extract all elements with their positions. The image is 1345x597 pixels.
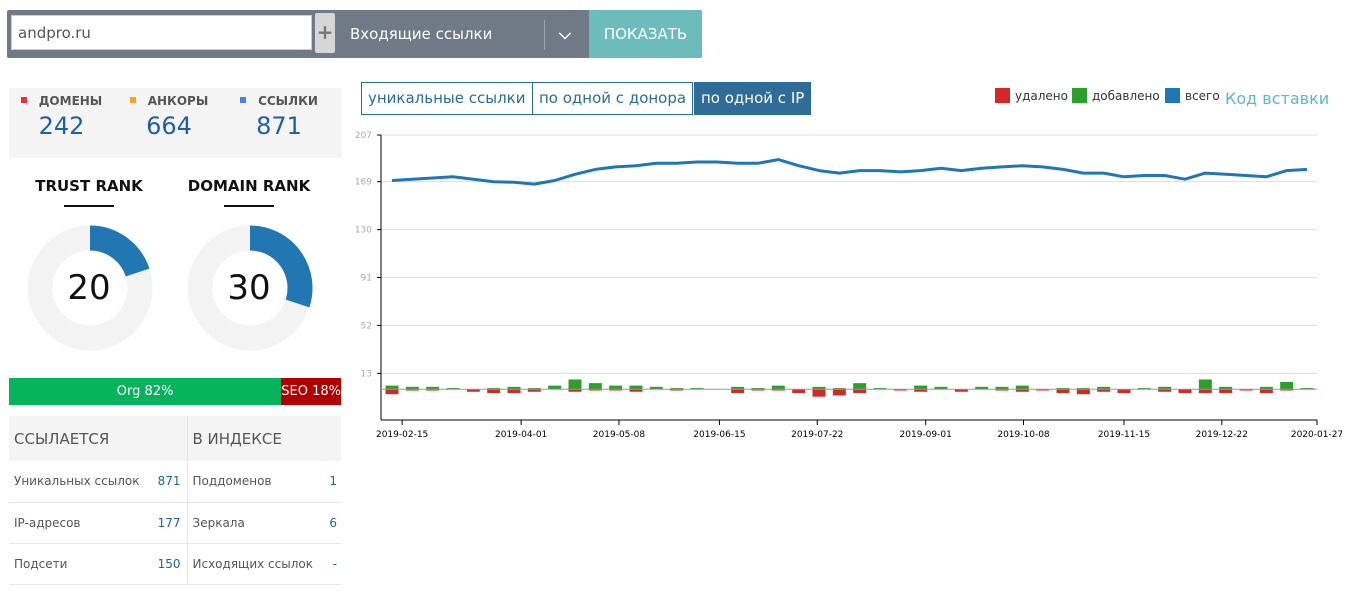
- x-tick-label: 2019-02-15: [376, 430, 428, 440]
- added-bar: [1280, 381, 1294, 390]
- y-tick-label: 13: [361, 369, 372, 379]
- added-bar: [568, 379, 582, 390]
- removed-bar: [1198, 389, 1212, 393]
- x-tick-label: 2019-11-15: [1098, 430, 1150, 440]
- added-bar: [609, 385, 623, 390]
- total-line: [391, 158, 1308, 186]
- removed-bar: [1259, 389, 1273, 393]
- removed-bar: [792, 389, 806, 393]
- removed-bar: [487, 389, 501, 393]
- y-tick-label: 91: [361, 274, 372, 284]
- y-tick-label: 130: [355, 226, 372, 236]
- added-bar: [548, 385, 562, 390]
- removed-bar: [1178, 389, 1192, 393]
- added-bar: [629, 385, 643, 390]
- x-tick-label: 2019-05-08: [593, 430, 646, 440]
- y-tick-label: 52: [361, 321, 372, 331]
- added-bar: [588, 383, 602, 390]
- x-tick-label: 2019-10-08: [997, 430, 1050, 440]
- added-bar: [853, 383, 867, 390]
- removed-bar: [1056, 389, 1070, 393]
- removed-bar: [1219, 389, 1233, 393]
- removed-bar: [812, 389, 826, 397]
- removed-bar: [853, 389, 867, 393]
- removed-bar: [1117, 389, 1131, 393]
- removed-bar: [507, 389, 521, 393]
- removed-bar: [385, 389, 399, 395]
- x-tick-label: 2019-07-22: [791, 430, 843, 440]
- added-bar: [1015, 385, 1029, 390]
- removed-bar: [731, 389, 745, 393]
- added-bar: [1198, 379, 1212, 390]
- added-bar: [914, 385, 928, 390]
- x-tick-label: 2019-04-01: [495, 430, 547, 440]
- x-tick-label: 2019-12-22: [1196, 430, 1248, 440]
- y-tick-label: 207: [355, 131, 372, 141]
- added-bar: [771, 385, 785, 390]
- removed-bar: [832, 389, 846, 396]
- x-tick-label: 2020-01-27: [1291, 430, 1343, 440]
- x-tick-label: 2019-06-15: [693, 430, 745, 440]
- x-tick-label: 2019-09-01: [900, 430, 952, 440]
- removed-bar: [1076, 389, 1090, 395]
- y-tick-label: 169: [355, 178, 372, 188]
- links-chart: 13 52 91 130 169 207 2019-02-15 2019-04-01 2019-…: [355, 131, 1343, 440]
- added-bar: [385, 385, 399, 390]
